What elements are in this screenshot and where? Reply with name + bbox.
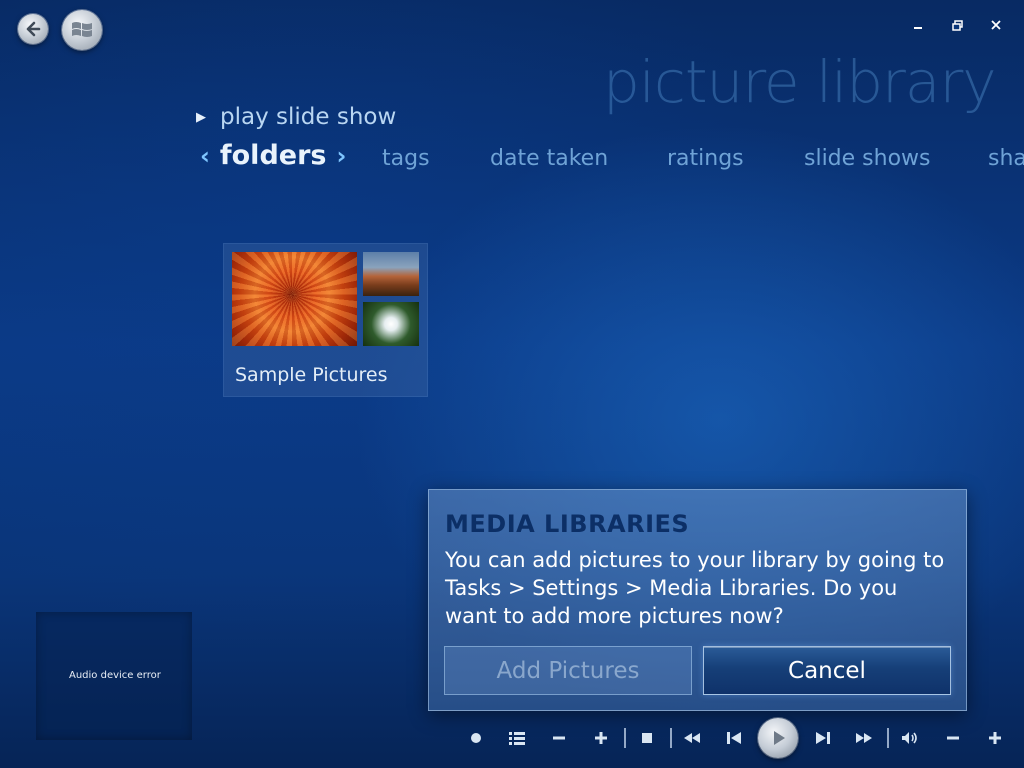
chevron-left-icon[interactable]: ‹ bbox=[200, 142, 210, 170]
transport-controls bbox=[460, 716, 1016, 760]
restore-button[interactable] bbox=[946, 14, 968, 36]
nav-item-date-taken[interactable]: date taken bbox=[490, 146, 608, 171]
restore-icon bbox=[951, 19, 963, 31]
view-navigation: ‹ folders › tags date taken ratings slid… bbox=[200, 140, 1024, 180]
fast-forward-icon bbox=[856, 733, 872, 743]
rewind-button[interactable] bbox=[680, 726, 704, 750]
folder-label: Sample Pictures bbox=[235, 364, 388, 386]
transport-divider bbox=[887, 728, 889, 748]
channel-down-icon bbox=[553, 736, 565, 740]
channel-up-button[interactable] bbox=[589, 726, 613, 750]
rewind-icon bbox=[684, 733, 700, 743]
stop-icon bbox=[642, 733, 652, 743]
play-button[interactable] bbox=[758, 718, 798, 758]
record-icon bbox=[471, 733, 481, 743]
dialog-title: MEDIA LIBRARIES bbox=[445, 510, 690, 538]
volume-button[interactable] bbox=[898, 726, 922, 750]
chevron-right-icon[interactable]: › bbox=[336, 142, 346, 170]
previous-button[interactable] bbox=[722, 726, 746, 750]
folder-thumbnail-flower bbox=[232, 252, 357, 346]
transport-divider bbox=[624, 728, 626, 748]
nav-item-tags[interactable]: tags bbox=[382, 146, 430, 171]
now-playing-panel[interactable]: Audio device error bbox=[36, 612, 192, 740]
stop-button[interactable] bbox=[635, 726, 659, 750]
next-button[interactable] bbox=[811, 726, 835, 750]
back-arrow-icon bbox=[26, 21, 41, 37]
dialog-message: You can add pictures to your library by … bbox=[445, 548, 945, 628]
guide-icon bbox=[509, 732, 525, 745]
volume-down-button[interactable] bbox=[941, 726, 965, 750]
start-button[interactable] bbox=[62, 10, 102, 50]
windows-logo-icon bbox=[72, 22, 92, 37]
volume-up-button[interactable] bbox=[983, 726, 1007, 750]
volume-icon bbox=[902, 732, 917, 744]
play-slide-show-link[interactable]: ▶ play slide show bbox=[196, 104, 396, 130]
volume-up-icon bbox=[989, 732, 1001, 744]
channel-up-icon bbox=[595, 732, 607, 744]
previous-icon bbox=[727, 732, 741, 744]
folder-thumbnail-desert bbox=[363, 252, 419, 296]
fast-forward-button[interactable] bbox=[852, 726, 876, 750]
cancel-button[interactable]: Cancel bbox=[703, 646, 951, 695]
minimize-button[interactable] bbox=[907, 14, 929, 36]
page-title: picture library bbox=[603, 48, 997, 116]
record-button[interactable] bbox=[464, 726, 488, 750]
next-icon bbox=[816, 732, 830, 744]
audio-error-text: Audio device error bbox=[69, 670, 161, 681]
nav-item-slide-shows[interactable]: slide shows bbox=[804, 146, 931, 171]
volume-down-icon bbox=[947, 736, 959, 740]
transport-divider bbox=[670, 728, 672, 748]
back-button[interactable] bbox=[18, 14, 48, 44]
nav-item-folders[interactable]: ‹ folders › bbox=[200, 140, 346, 171]
folder-thumbnail-white-flower bbox=[363, 302, 419, 346]
nav-selected-label: folders bbox=[219, 140, 327, 171]
nav-item-ratings[interactable]: ratings bbox=[667, 146, 744, 171]
close-icon bbox=[991, 20, 1001, 30]
add-pictures-button[interactable]: Add Pictures bbox=[444, 646, 692, 695]
play-slide-show-label: play slide show bbox=[220, 104, 397, 130]
folder-tile-sample-pictures[interactable]: Sample Pictures bbox=[224, 244, 427, 396]
nav-item-shared[interactable]: sha bbox=[988, 146, 1024, 171]
close-button[interactable] bbox=[985, 14, 1007, 36]
play-triangle-icon: ▶ bbox=[196, 109, 206, 125]
channel-down-button[interactable] bbox=[547, 726, 571, 750]
minimize-icon bbox=[914, 27, 922, 29]
media-libraries-dialog: MEDIA LIBRARIES You can add pictures to … bbox=[428, 489, 967, 711]
guide-button[interactable] bbox=[505, 726, 529, 750]
play-icon bbox=[774, 731, 785, 745]
